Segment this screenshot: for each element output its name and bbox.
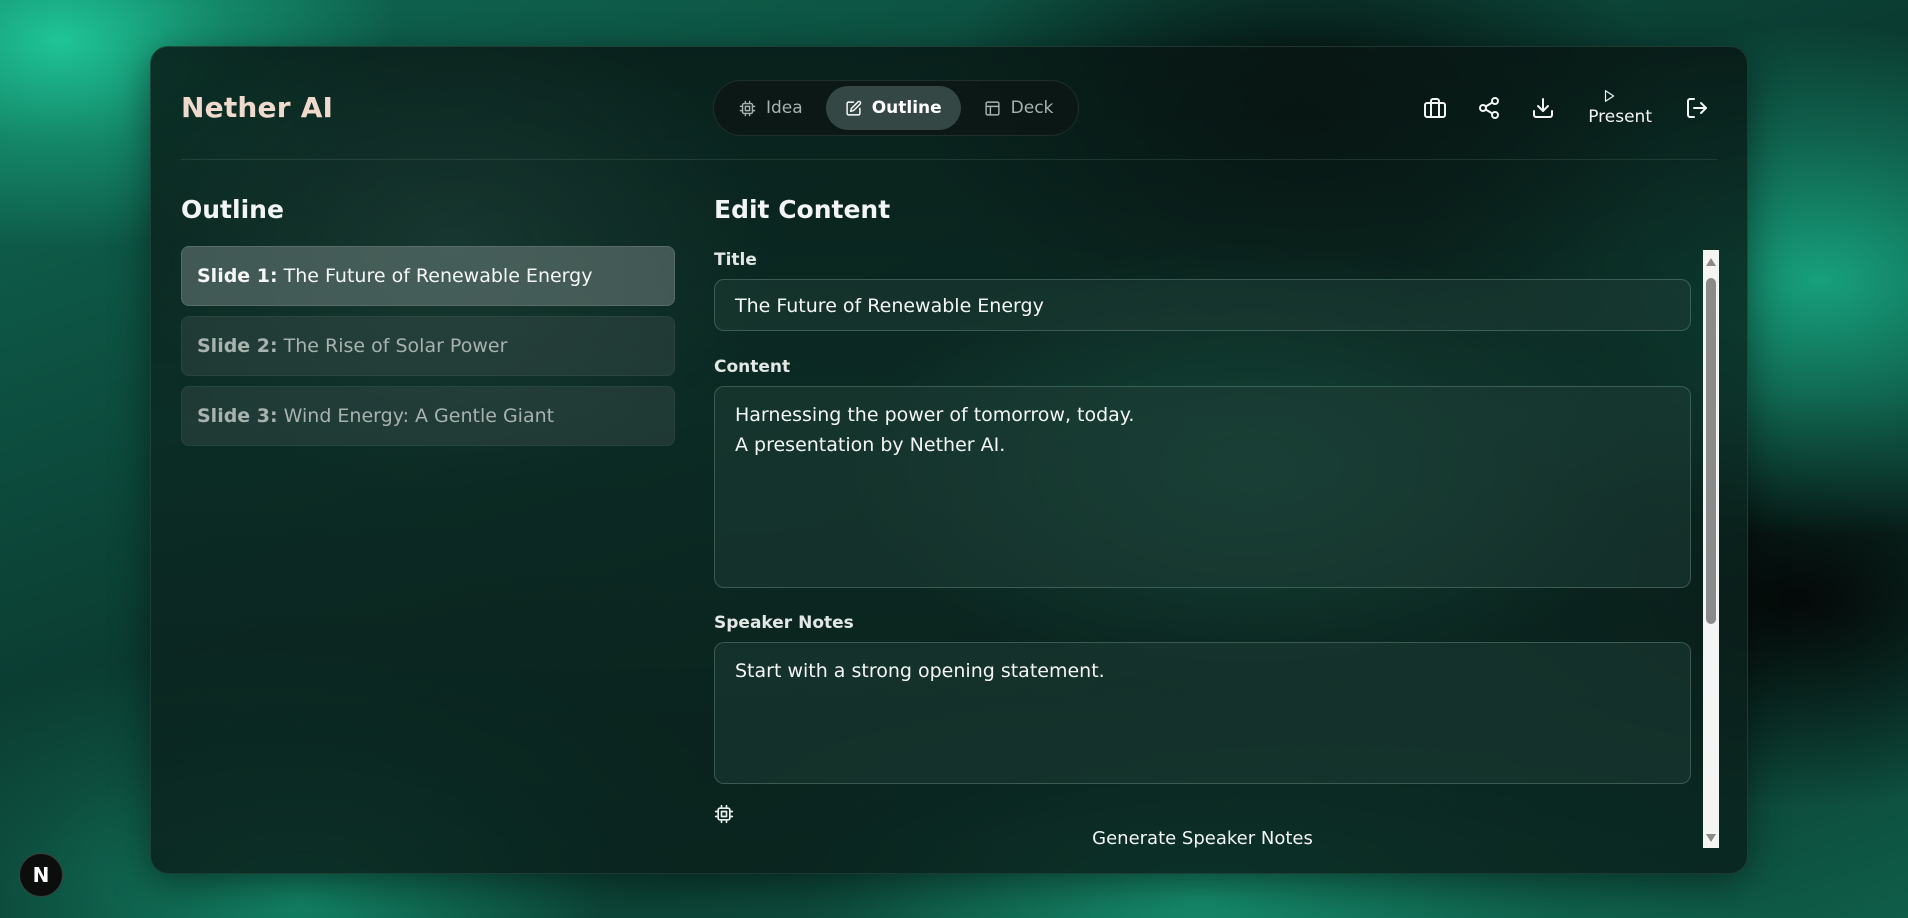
cpu-icon [739, 100, 756, 116]
tab-outline[interactable]: Outline [825, 86, 961, 130]
speaker-notes-label: Speaker Notes [714, 613, 854, 633]
present-button[interactable]: Present [1588, 89, 1652, 127]
slide-item-prefix: Slide 3: [197, 405, 278, 427]
n-logo-badge[interactable]: N [19, 853, 63, 897]
content-label: Content [714, 357, 791, 377]
present-label: Present [1588, 107, 1652, 127]
tab-deck[interactable]: Deck [965, 86, 1073, 130]
title-input[interactable]: The Future of Renewable Energy [714, 279, 1691, 331]
title-label: Title [714, 250, 757, 270]
briefcase-button[interactable] [1421, 94, 1449, 122]
slide-item-title: Wind Energy: A Gentle Giant [283, 405, 555, 427]
share-button[interactable] [1475, 94, 1503, 122]
briefcase-icon [1424, 98, 1447, 118]
slide-item-title: The Rise of Solar Power [283, 335, 508, 357]
tab-idea-label: Idea [766, 98, 803, 118]
edit-icon [846, 100, 861, 116]
play-icon [1605, 90, 1615, 102]
content-textarea[interactable]: Harnessing the power of tomorrow, today.… [714, 386, 1691, 588]
tab-idea[interactable]: Idea [720, 86, 822, 130]
tab-deck-label: Deck [1010, 98, 1054, 118]
editor-panel: Edit Content Title The Future of Renewab… [714, 195, 1719, 848]
scroll-down-arrow[interactable] [1706, 834, 1716, 842]
speaker-notes-textarea[interactable]: Start with a strong opening statement. [714, 642, 1691, 784]
toolbar-actions: Present [1408, 83, 1717, 133]
layout-icon [985, 100, 1000, 116]
editor-scroll-area: Title The Future of Renewable Energy Con… [714, 250, 1719, 848]
generate-row: Generate Speaker Notes [714, 804, 1719, 848]
brand-title: Nether AI [181, 91, 334, 124]
slide-list: Slide 1: The Future of Renewable Energy … [181, 246, 675, 446]
logout-icon [1687, 98, 1707, 118]
scrollbar[interactable] [1703, 250, 1719, 848]
share-icon [1479, 97, 1500, 119]
scroll-up-arrow[interactable] [1706, 258, 1716, 266]
tab-bar: Idea Outline Deck [713, 80, 1079, 136]
download-button[interactable] [1529, 94, 1557, 122]
scrollbar-thumb[interactable] [1706, 278, 1716, 624]
app-panel: Nether AI Idea Outline Deck Present Outl… [150, 46, 1748, 874]
logout-button[interactable] [1683, 94, 1711, 122]
editor-heading: Edit Content [714, 195, 891, 224]
slide-item-2[interactable]: Slide 2: The Rise of Solar Power [181, 316, 675, 376]
slide-item-1[interactable]: Slide 1: The Future of Renewable Energy [181, 246, 675, 306]
outline-title: Outline [181, 195, 284, 224]
download-icon [1533, 98, 1554, 118]
generate-speaker-notes-button[interactable]: Generate Speaker Notes [714, 828, 1691, 848]
outline-panel: Outline Slide 1: The Future of Renewable… [181, 195, 675, 446]
slide-item-prefix: Slide 1: [197, 265, 278, 287]
slide-item-title: The Future of Renewable Energy [283, 265, 593, 287]
header: Nether AI Idea Outline Deck Present [181, 47, 1717, 160]
slide-item-3[interactable]: Slide 3: Wind Energy: A Gentle Giant [181, 386, 675, 446]
cpu-icon [714, 804, 734, 824]
slide-item-prefix: Slide 2: [197, 335, 278, 357]
tab-outline-label: Outline [871, 98, 942, 118]
